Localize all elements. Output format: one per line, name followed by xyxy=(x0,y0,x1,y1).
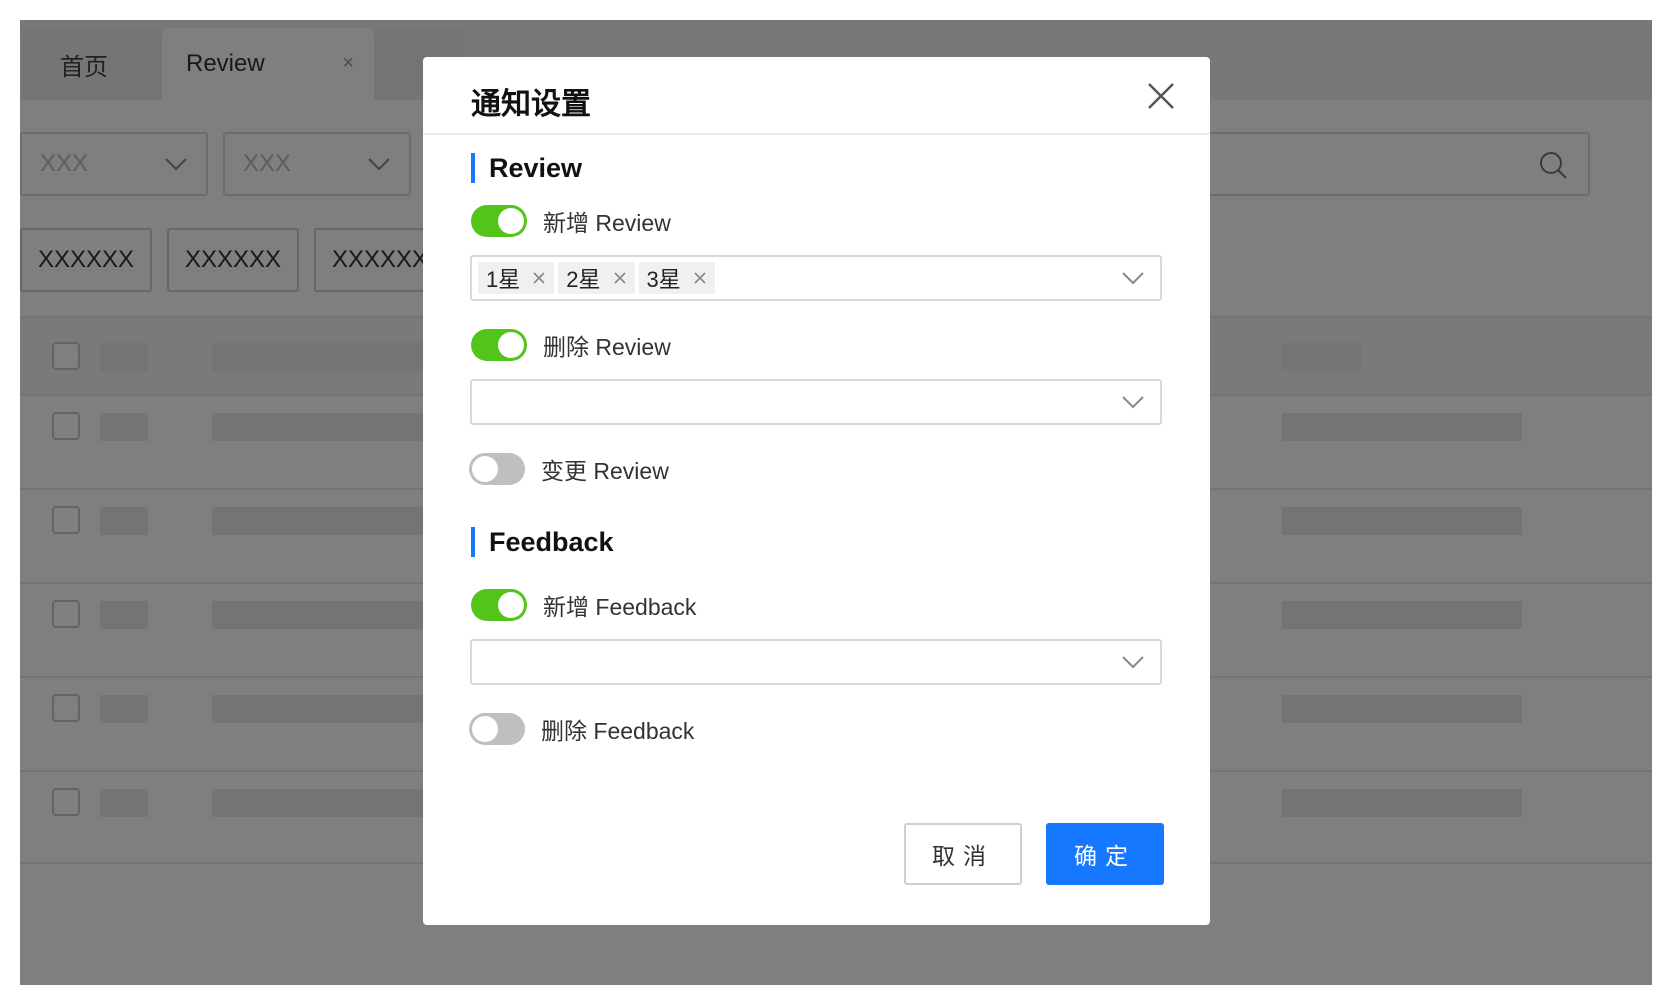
tag-label: 2星 xyxy=(566,267,601,292)
tag-3-star: 3星 xyxy=(638,262,715,294)
add-feedback-select[interactable] xyxy=(470,639,1162,685)
add-review-rating-select[interactable]: 1星 2星 3星 xyxy=(470,255,1162,301)
switch-knob xyxy=(498,592,524,618)
tag-1-star: 1星 xyxy=(478,262,555,294)
switch-row-change-review: 变更 Review xyxy=(469,453,669,485)
chevron-down-icon xyxy=(1122,396,1144,409)
cancel-button[interactable]: 取消 xyxy=(904,823,1022,885)
section-title-feedback: Feedback xyxy=(471,527,614,557)
section-title-review: Review xyxy=(471,153,582,183)
modal-title: 通知设置 xyxy=(471,88,591,121)
switch-label: 新增 Feedback xyxy=(543,594,697,620)
tag-2-star: 2星 xyxy=(558,262,635,294)
add-review-switch[interactable] xyxy=(471,205,527,237)
switch-knob xyxy=(472,716,498,742)
switch-label: 新增 Review xyxy=(543,210,671,236)
tag-label: 1星 xyxy=(486,267,521,292)
switch-row-delete-feedback: 删除 Feedback xyxy=(469,713,694,745)
switch-label: 删除 Review xyxy=(543,334,671,360)
delete-feedback-switch[interactable] xyxy=(469,713,525,745)
switch-label: 变更 Review xyxy=(541,458,669,484)
confirm-button[interactable]: 确定 xyxy=(1046,823,1164,885)
switch-label: 删除 Feedback xyxy=(541,718,695,744)
delete-review-switch[interactable] xyxy=(471,329,527,361)
delete-review-select[interactable] xyxy=(470,379,1162,425)
switch-row-add-review: 新增 Review xyxy=(471,205,671,237)
selected-tags: 1星 2星 3星 xyxy=(478,262,715,294)
modal-header: 通知设置 xyxy=(423,57,1210,135)
chevron-down-icon xyxy=(1122,656,1144,669)
tag-label: 3星 xyxy=(646,267,681,292)
tag-remove-icon[interactable] xyxy=(532,271,546,285)
switch-knob xyxy=(498,208,524,234)
change-review-switch[interactable] xyxy=(469,453,525,485)
notification-settings-modal: 通知设置 Review 新增 Review 1星 2星 3星 删除 Review xyxy=(423,57,1210,925)
chevron-down-icon xyxy=(1122,272,1144,285)
add-feedback-switch[interactable] xyxy=(471,589,527,621)
tag-remove-icon[interactable] xyxy=(613,271,627,285)
tag-remove-icon[interactable] xyxy=(693,271,707,285)
switch-knob xyxy=(498,332,524,358)
switch-row-add-feedback: 新增 Feedback xyxy=(471,589,696,621)
switch-row-delete-review: 删除 Review xyxy=(471,329,671,361)
switch-knob xyxy=(472,456,498,482)
close-icon[interactable] xyxy=(1144,79,1178,113)
